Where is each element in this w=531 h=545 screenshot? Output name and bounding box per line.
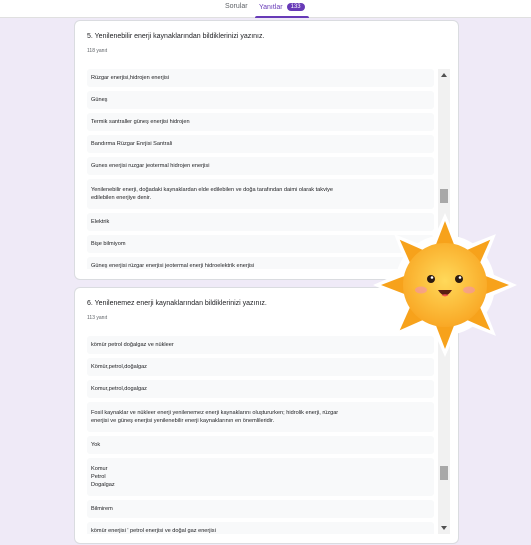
answer-text: enerjisi ve güneş enerjisi yenilenebilir… bbox=[91, 418, 275, 424]
answer-row: Rüzgar enerjisi,hidrojen enerjisi bbox=[87, 69, 434, 87]
scrollbar-thumb[interactable] bbox=[440, 466, 448, 480]
answer-row: Yenilenebilir enerji, doğadaki kaynaklar… bbox=[87, 179, 434, 209]
responses-count-badge: 133 bbox=[286, 3, 305, 11]
question-title: 5. Yenilenebilir enerji kaynaklarından b… bbox=[87, 33, 265, 40]
answer-text: Fosil kaynaklar ve nükleer enerji yenile… bbox=[91, 410, 339, 416]
tab-responses[interactable]: Yanıtlar 133 bbox=[255, 3, 309, 18]
answer-row: Komur Petrol Dogalgaz bbox=[87, 458, 434, 496]
answer-row: Kömür,petrol,doğalgaz bbox=[87, 358, 434, 376]
answer-text: kömür enerjisi ' petrol enerjisi ve doğa… bbox=[91, 528, 216, 534]
answer-text: Kömür,petrol,doğalgaz bbox=[91, 364, 147, 370]
answer-row: Bandırma Rüzgar Enrjisi Santrali bbox=[87, 135, 434, 153]
answer-text: Rüzgar enerjisi,hidrojen enerjisi bbox=[91, 75, 170, 81]
answer-list[interactable]: kömür petrol doğalgaz ve nükleer Kömür,pe… bbox=[87, 336, 434, 534]
scroll-up-arrow-icon[interactable] bbox=[441, 73, 447, 77]
answer-row: Termik santraller güneş enerjisi hidroje… bbox=[87, 113, 434, 131]
active-tab-indicator bbox=[255, 16, 309, 18]
answer-row: Yok bbox=[87, 436, 434, 454]
tab-responses-label: Yanıtlar bbox=[259, 4, 283, 11]
answer-row: Güneş bbox=[87, 91, 434, 109]
answer-row: kömür enerjisi ' petrol enerjisi ve doğa… bbox=[87, 522, 434, 534]
answer-row: Gunes enerjisi ruzgar jeotermal hidrojen… bbox=[87, 157, 434, 175]
question-title: 6. Yenilenemez enerji kaynaklarından bil… bbox=[87, 300, 267, 307]
tab-questions[interactable]: Sorular bbox=[225, 3, 248, 16]
answer-text: Bandırma Rüzgar Enrjisi Santrali bbox=[91, 141, 173, 147]
tab-questions-label: Sorular bbox=[225, 3, 248, 10]
top-tab-bar: Sorular Yanıtlar 133 bbox=[0, 0, 531, 18]
answer-text: Bilmirem bbox=[91, 506, 113, 512]
answer-text: Komur,petrol,dogalgaz bbox=[91, 386, 147, 392]
answer-row: Bilmirem bbox=[87, 500, 434, 518]
response-count: 113 yanıt bbox=[87, 315, 108, 321]
answer-text: Komur bbox=[91, 466, 108, 472]
answer-text: Gunes enerjisi ruzgar jeotermal hidrojen… bbox=[91, 163, 210, 169]
scrollbar[interactable] bbox=[438, 336, 450, 534]
sun-sticker-icon bbox=[373, 213, 517, 357]
answer-text: edilebilen enerjiye denir. bbox=[91, 195, 152, 201]
response-count: 118 yanıt bbox=[87, 48, 108, 54]
answer-text: Yok bbox=[91, 442, 101, 448]
answer-text: Dogalgaz bbox=[91, 482, 115, 488]
scrollbar-thumb[interactable] bbox=[440, 189, 448, 203]
answer-row: Komur,petrol,dogalgaz bbox=[87, 380, 434, 398]
answer-text: Güneş bbox=[91, 97, 108, 103]
answer-row: Fosil kaynaklar ve nükleer enerji yenile… bbox=[87, 402, 434, 432]
scroll-down-arrow-icon[interactable] bbox=[441, 526, 447, 530]
answer-text: Yenilenebilir enerji, doğadaki kaynaklar… bbox=[91, 187, 334, 193]
answer-text: Petrol bbox=[91, 474, 106, 480]
answer-text: Termik santraller güneş enerjisi hidroje… bbox=[91, 119, 190, 125]
